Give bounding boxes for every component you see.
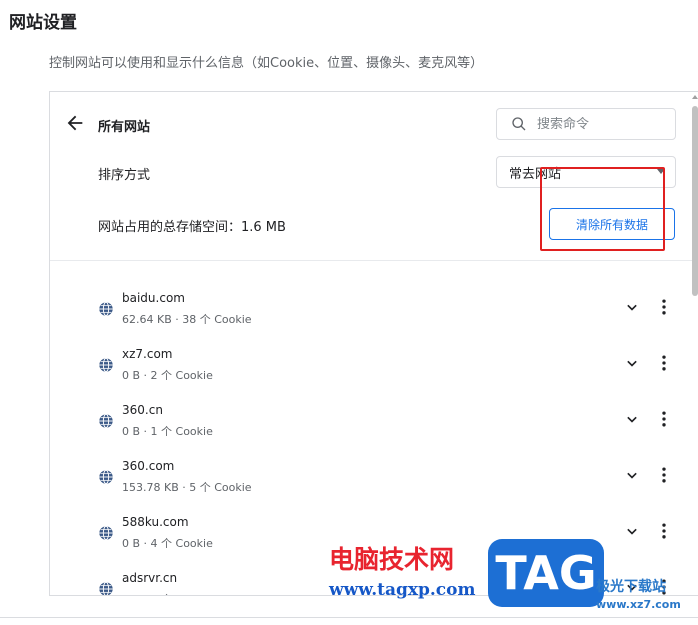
more-vertical-icon — [662, 523, 666, 539]
more-actions-button[interactable] — [654, 521, 674, 541]
sort-select-value: 常去网站 — [509, 166, 562, 182]
sort-label: 排序方式 — [98, 168, 151, 183]
scroll-up-icon — [692, 95, 698, 99]
chevron-down-icon — [627, 416, 637, 423]
more-vertical-icon — [662, 411, 666, 427]
clear-all-data-button[interactable]: 清除所有数据 — [549, 208, 675, 240]
bottom-divider — [0, 617, 698, 618]
chevron-down-icon — [627, 304, 637, 311]
more-actions-button[interactable] — [654, 353, 674, 373]
globe-icon — [99, 357, 113, 373]
sort-select[interactable]: 常去网站 — [496, 156, 676, 188]
page-description: 控制网站可以使用和显示什么信息（如Cookie、位置、摄像头、麦克风等） — [49, 56, 484, 71]
expand-site-button[interactable] — [622, 521, 642, 541]
site-storage-info: 153.78 KB · 5 个 Cookie — [122, 481, 252, 494]
globe-icon — [99, 581, 113, 595]
settings-page: 网站设置 控制网站可以使用和显示什么信息（如Cookie、位置、摄像头、麦克风等… — [0, 0, 698, 625]
site-name: 360.com — [122, 459, 175, 473]
more-actions-button[interactable] — [654, 409, 674, 429]
more-vertical-icon — [662, 355, 666, 371]
panel-title: 所有网站 — [98, 120, 151, 135]
site-storage-info: 0 B · 2 个 Cookie — [122, 369, 213, 382]
scrollbar-thumb[interactable] — [692, 106, 698, 296]
site-row[interactable]: baidu.com 62.64 KB · 38 个 Cookie — [50, 287, 690, 343]
globe-icon — [99, 413, 113, 429]
site-row[interactable]: xz7.com 0 B · 2 个 Cookie — [50, 343, 690, 399]
site-name: baidu.com — [122, 291, 185, 305]
more-vertical-icon — [662, 299, 666, 315]
expand-site-button[interactable] — [622, 409, 642, 429]
site-name: adsrvr.cn — [122, 571, 178, 585]
more-vertical-icon — [662, 467, 666, 483]
site-row[interactable]: 360.com 153.78 KB · 5 个 Cookie — [50, 455, 690, 511]
globe-icon — [99, 525, 113, 541]
site-name: 360.cn — [122, 403, 163, 417]
chevron-down-icon — [627, 360, 637, 367]
dropdown-caret-icon — [657, 169, 665, 174]
expand-site-button[interactable] — [622, 353, 642, 373]
site-storage-info: 0 B · 2 个 Cookie — [122, 591, 213, 595]
more-actions-button[interactable] — [654, 297, 674, 317]
search-box[interactable] — [496, 108, 676, 140]
tag-logo-icon: TAG — [488, 539, 604, 607]
chevron-down-icon — [627, 528, 637, 535]
back-button[interactable] — [64, 112, 86, 134]
globe-icon — [99, 301, 113, 317]
globe-icon — [99, 469, 113, 485]
watermark-site-name: 电脑技术网 — [329, 545, 455, 574]
site-storage-info: 0 B · 1 个 Cookie — [122, 425, 213, 438]
watermark-side-url: www.xz7.com — [596, 598, 681, 611]
site-row[interactable]: 360.cn 0 B · 1 个 Cookie — [50, 399, 690, 455]
more-actions-button[interactable] — [654, 465, 674, 485]
all-sites-panel: 所有网站 排序方式 常去网站 网站占用的总存储空间：1.6 MB 清除所有数据 … — [49, 91, 698, 596]
watermark-side-name: 极光下载站 — [596, 579, 666, 595]
search-input[interactable] — [537, 116, 657, 132]
site-name: 588ku.com — [122, 515, 189, 529]
expand-site-button[interactable] — [622, 465, 642, 485]
logo-text: TAG — [495, 546, 596, 600]
watermark-site-url: www.tagxp.com — [329, 580, 476, 600]
site-name: xz7.com — [122, 347, 173, 361]
section-divider — [50, 260, 698, 261]
page-title: 网站设置 — [9, 13, 77, 33]
site-storage-info: 0 B · 4 个 Cookie — [122, 537, 213, 550]
scrollbar[interactable] — [691, 92, 698, 595]
storage-usage-label: 网站占用的总存储空间：1.6 MB — [98, 220, 286, 235]
arrow-left-icon — [67, 115, 83, 131]
chevron-down-icon — [627, 472, 637, 479]
site-storage-info: 62.64 KB · 38 个 Cookie — [122, 313, 252, 326]
expand-site-button[interactable] — [622, 297, 642, 317]
search-icon — [512, 117, 526, 131]
